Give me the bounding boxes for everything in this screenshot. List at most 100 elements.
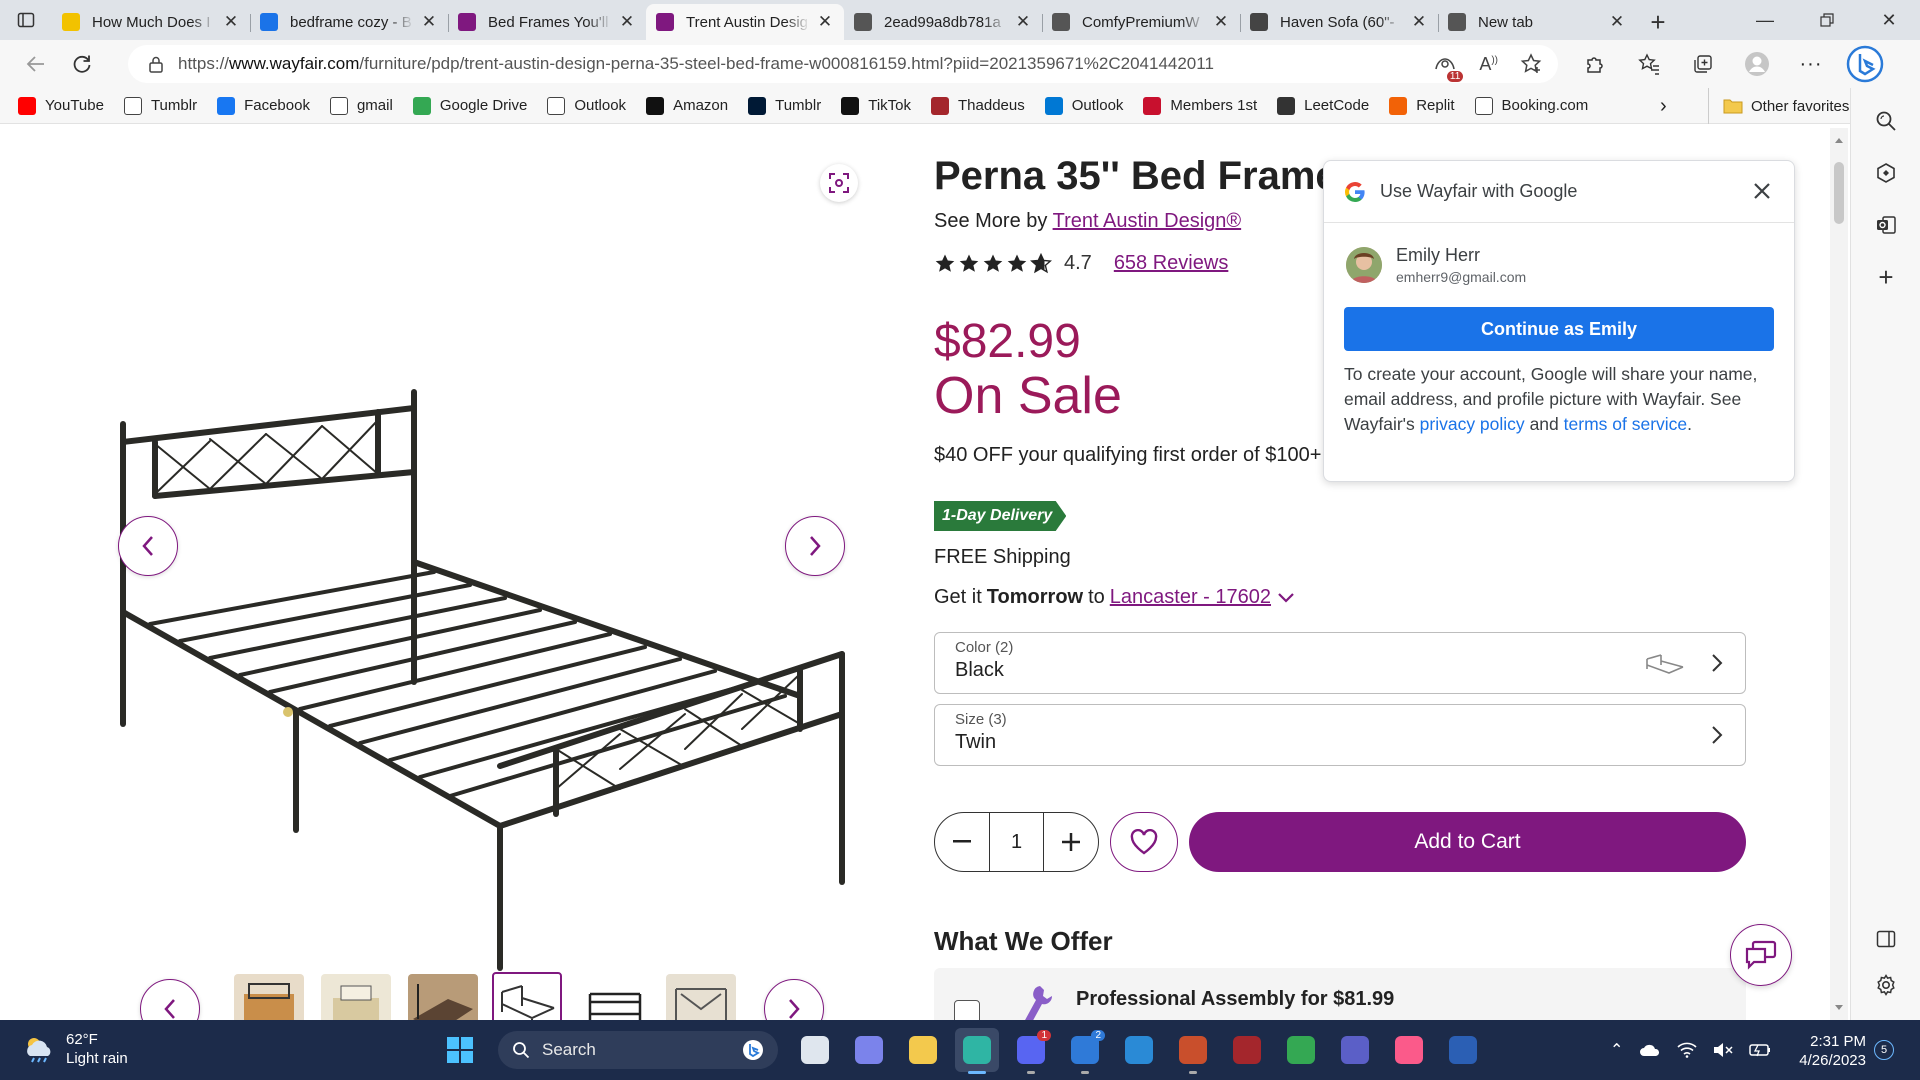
- image-next-button[interactable]: [785, 516, 845, 576]
- taskbar-app-teams-chat[interactable]: [847, 1028, 891, 1072]
- close-tab-icon[interactable]: ✕: [1212, 12, 1230, 32]
- sidebar-outlook-button[interactable]: [1869, 208, 1903, 242]
- add-to-cart-button[interactable]: Add to Cart: [1189, 812, 1746, 872]
- taskbar-app-teams[interactable]: [1333, 1028, 1377, 1072]
- brand-link[interactable]: Trent Austin Design®: [1053, 210, 1242, 232]
- taskbar-app-itunes[interactable]: [1387, 1028, 1431, 1072]
- sidebar-settings-button[interactable]: [1869, 968, 1903, 1002]
- taskbar-app-google-drive[interactable]: [1279, 1028, 1323, 1072]
- extensions-button[interactable]: [1575, 44, 1615, 84]
- taskbar-app-word[interactable]: [1441, 1028, 1485, 1072]
- chevron-down-icon[interactable]: [1277, 592, 1295, 604]
- read-aloud-icon[interactable]: A)): [1479, 54, 1498, 75]
- close-tab-icon[interactable]: ✕: [618, 12, 636, 32]
- tracking-prevention-icon[interactable]: 11: [1433, 51, 1464, 82]
- bing-chat-button[interactable]: [1845, 44, 1885, 84]
- volume-muted-icon[interactable]: [1713, 1042, 1733, 1058]
- reviews-link[interactable]: 658 Reviews: [1114, 252, 1229, 275]
- continue-as-button[interactable]: Continue as Emily: [1344, 307, 1774, 351]
- taskbar-app-my[interactable]: [1225, 1028, 1269, 1072]
- quantity-input[interactable]: 1: [989, 813, 1044, 871]
- taskbar-app-mail[interactable]: 2: [1063, 1028, 1107, 1074]
- thumbnail-4-selected[interactable]: [492, 972, 562, 1020]
- profile-button[interactable]: [1737, 44, 1777, 84]
- onedrive-icon[interactable]: [1639, 1043, 1661, 1057]
- browser-tab[interactable]: ComfyPremiumW ✕: [1042, 4, 1240, 40]
- thumbnail-5[interactable]: [580, 974, 650, 1020]
- image-prev-button[interactable]: [118, 516, 178, 576]
- back-button[interactable]: [14, 44, 58, 84]
- browser-tab[interactable]: Trent Austin Desig ✕: [646, 4, 844, 40]
- browser-tab[interactable]: bedframe cozy - B ✕: [250, 4, 448, 40]
- sidebar-discover-button[interactable]: [1869, 156, 1903, 190]
- thumbnail-6[interactable]: [666, 974, 736, 1020]
- url-bar[interactable]: https://www.wayfair.com/furniture/pdp/tr…: [128, 45, 1558, 83]
- battery-icon[interactable]: [1749, 1042, 1771, 1058]
- visual-search-button[interactable]: [820, 164, 858, 202]
- bookmark-item[interactable]: Google Drive: [412, 96, 527, 115]
- taskbar-app-file-explorer[interactable]: [901, 1028, 945, 1072]
- color-selector[interactable]: Color (2) Black: [934, 632, 1746, 694]
- bookmark-item[interactable]: gmail: [329, 96, 393, 115]
- page-scrollbar[interactable]: [1830, 128, 1848, 1020]
- sidebar-search-button[interactable]: [1869, 104, 1903, 138]
- taskbar-app-task-view[interactable]: [793, 1028, 837, 1072]
- clock[interactable]: 2:31 PM 4/26/2023: [1794, 1032, 1866, 1070]
- browser-tab[interactable]: Bed Frames You'll ✕: [448, 4, 646, 40]
- google-account-row[interactable]: Emily Herr emherr9@gmail.com: [1324, 223, 1794, 285]
- minimize-button[interactable]: —: [1734, 0, 1796, 40]
- bookmark-item[interactable]: Outlook: [547, 96, 626, 115]
- bookmark-item[interactable]: YouTube: [18, 96, 104, 115]
- taskbar-app-powerpoint[interactable]: [1171, 1028, 1215, 1074]
- collections-button[interactable]: [1683, 44, 1723, 84]
- thumbnail-1[interactable]: [234, 974, 304, 1020]
- close-tab-icon[interactable]: ✕: [1014, 12, 1032, 32]
- taskbar-app-edge[interactable]: [955, 1028, 999, 1074]
- settings-more-button[interactable]: ···: [1791, 44, 1831, 84]
- decrease-quantity-button[interactable]: [935, 813, 989, 871]
- more-favorites-button[interactable]: ›: [1660, 88, 1667, 124]
- close-popup-button[interactable]: [1748, 177, 1776, 205]
- bookmark-item[interactable]: LeetCode: [1277, 96, 1369, 115]
- rating-stars[interactable]: [934, 252, 1052, 275]
- close-tab-icon[interactable]: ✕: [1410, 12, 1428, 32]
- thumbnail-2[interactable]: [321, 974, 391, 1020]
- wifi-icon[interactable]: [1677, 1042, 1697, 1058]
- add-favorite-icon[interactable]: [1520, 53, 1542, 75]
- taskbar-app-vscode[interactable]: [1117, 1028, 1161, 1072]
- bookmark-item[interactable]: Tumblr: [123, 96, 197, 115]
- bookmark-item[interactable]: Tumblr: [748, 96, 821, 115]
- browser-tab[interactable]: New tab ✕: [1438, 4, 1636, 40]
- terms-of-service-link[interactable]: terms of service: [1564, 414, 1688, 434]
- tab-actions-button[interactable]: [0, 0, 52, 40]
- bookmark-item[interactable]: Facebook: [217, 96, 310, 115]
- bookmark-item[interactable]: TikTok: [841, 96, 911, 115]
- browser-tab[interactable]: 2ead99a8db781a ✕: [844, 4, 1042, 40]
- size-selector[interactable]: Size (3) Twin: [934, 704, 1746, 766]
- weather-widget[interactable]: 62°F Light rain: [22, 1030, 128, 1068]
- browser-tab[interactable]: Haven Sofa (60"- ✕: [1240, 4, 1438, 40]
- bookmark-item[interactable]: Replit: [1389, 96, 1455, 115]
- thumbnail-3[interactable]: [408, 974, 478, 1020]
- bookmark-item[interactable]: Outlook: [1044, 96, 1123, 115]
- refresh-button[interactable]: [60, 44, 104, 84]
- add-to-favorites-button[interactable]: [1110, 812, 1178, 872]
- close-tab-icon[interactable]: ✕: [222, 12, 240, 32]
- scroll-thumb[interactable]: [1834, 162, 1844, 224]
- sidebar-hide-button[interactable]: [1869, 922, 1903, 956]
- taskbar-search[interactable]: Search: [498, 1031, 778, 1069]
- sidebar-add-button[interactable]: +: [1869, 260, 1903, 294]
- close-tab-icon[interactable]: ✕: [420, 12, 438, 32]
- restore-button[interactable]: [1796, 0, 1858, 40]
- bookmark-item[interactable]: Booking.com: [1474, 96, 1588, 115]
- close-window-button[interactable]: ✕: [1858, 0, 1920, 40]
- privacy-policy-link[interactable]: privacy policy: [1420, 414, 1525, 434]
- close-tab-icon[interactable]: ✕: [816, 12, 834, 32]
- chat-support-button[interactable]: [1730, 924, 1792, 986]
- other-favorites-button[interactable]: Other favorites: [1708, 88, 1849, 124]
- browser-tab[interactable]: How Much Does I ✕: [52, 4, 250, 40]
- url-text[interactable]: https://www.wayfair.com/furniture/pdp/tr…: [178, 54, 1214, 74]
- assembly-checkbox[interactable]: [954, 1000, 980, 1020]
- bookmark-item[interactable]: Members 1st: [1143, 96, 1257, 115]
- bookmark-item[interactable]: Thaddeus: [931, 96, 1025, 115]
